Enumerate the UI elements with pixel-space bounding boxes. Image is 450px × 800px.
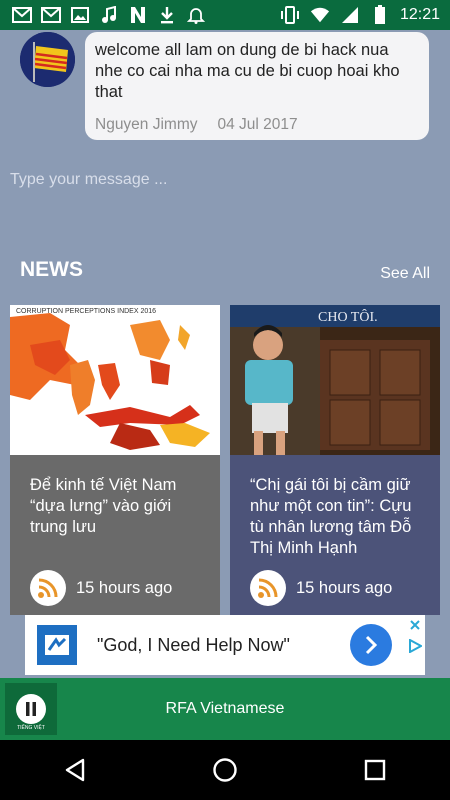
message-input[interactable] xyxy=(10,168,430,192)
home-icon xyxy=(213,758,237,782)
rss-icon xyxy=(250,570,286,606)
rss-icon xyxy=(30,570,66,606)
recents-button[interactable] xyxy=(351,746,399,794)
back-icon xyxy=(65,758,85,782)
comment-meta: Nguyen Jimmy 04 Jul 2017 xyxy=(95,116,298,134)
news-thumbnail-photo: CHO TÔI. xyxy=(230,305,440,455)
news-card-title[interactable]: Để kinh tế Việt Nam “dựa lưng” vào giới … xyxy=(30,475,208,538)
news-card-time: 15 hours ago xyxy=(296,578,393,597)
news-card[interactable]: CHO TÔI. “Chị gái tôi bị cầm giữ như một… xyxy=(230,305,440,615)
back-button[interactable] xyxy=(51,746,99,794)
main-content[interactable]: welcome all lam on dung de bi hack nua n… xyxy=(0,30,450,678)
news-thumbnail-map: CORRUPTION PERCEPTIONS INDEX 2016 xyxy=(10,305,220,455)
comment-date: 04 Jul 2017 xyxy=(217,116,298,133)
wifi-icon xyxy=(310,6,330,24)
player-title: RFA Vietnamese xyxy=(165,700,285,717)
ad-logo-icon xyxy=(37,625,77,665)
ad-text[interactable]: "God, I Need Help Now" xyxy=(97,635,290,656)
ad-banner[interactable]: "God, I Need Help Now" xyxy=(25,615,425,675)
system-nav-bar xyxy=(0,740,450,800)
clock: 12:21 xyxy=(399,6,440,23)
recents-icon xyxy=(364,759,386,781)
comment-text: welcome all lam on dung de bi hack nua n… xyxy=(95,41,400,101)
gmail-icon xyxy=(41,6,61,24)
ad-arrow-button[interactable] xyxy=(350,624,392,666)
news-heading: NEWS xyxy=(20,258,83,281)
gmail-icon xyxy=(12,6,32,24)
news-card-time: 15 hours ago xyxy=(76,578,173,597)
audio-player-bar[interactable]: TIẾNG VIỆT RFA Vietnamese xyxy=(0,678,450,740)
n-icon xyxy=(128,6,148,24)
comment-author: Nguyen Jimmy xyxy=(95,116,198,133)
download-icon xyxy=(157,6,177,24)
comment-bubble: welcome all lam on dung de bi hack nua n… xyxy=(85,32,429,140)
news-card-footer: 15 hours ago xyxy=(30,570,172,606)
ad-close-icon[interactable] xyxy=(408,618,422,634)
player-thumb-label: TIẾNG VIỆT xyxy=(17,725,45,731)
image-icon xyxy=(70,6,90,24)
see-all-link[interactable]: See All xyxy=(380,265,430,283)
signal-icon xyxy=(340,6,360,24)
photo-caption: CHO TÔI. xyxy=(318,308,378,325)
vibrate-icon xyxy=(280,6,300,24)
home-button[interactable] xyxy=(201,746,249,794)
avatar[interactable] xyxy=(20,32,75,87)
news-card[interactable]: CORRUPTION PERCEPTIONS INDEX 2016 Để kin… xyxy=(10,305,220,615)
status-bar: 12:21 xyxy=(0,0,450,30)
news-card-title[interactable]: “Chị gái tôi bị cầm giữ như một con tin”… xyxy=(250,475,428,559)
music-icon xyxy=(99,6,119,24)
news-card-footer: 15 hours ago xyxy=(250,570,392,606)
battery-icon xyxy=(370,5,390,24)
adchoices-icon[interactable] xyxy=(408,638,424,654)
map-caption: CORRUPTION PERCEPTIONS INDEX 2016 xyxy=(16,308,156,315)
bell-icon xyxy=(186,6,206,24)
